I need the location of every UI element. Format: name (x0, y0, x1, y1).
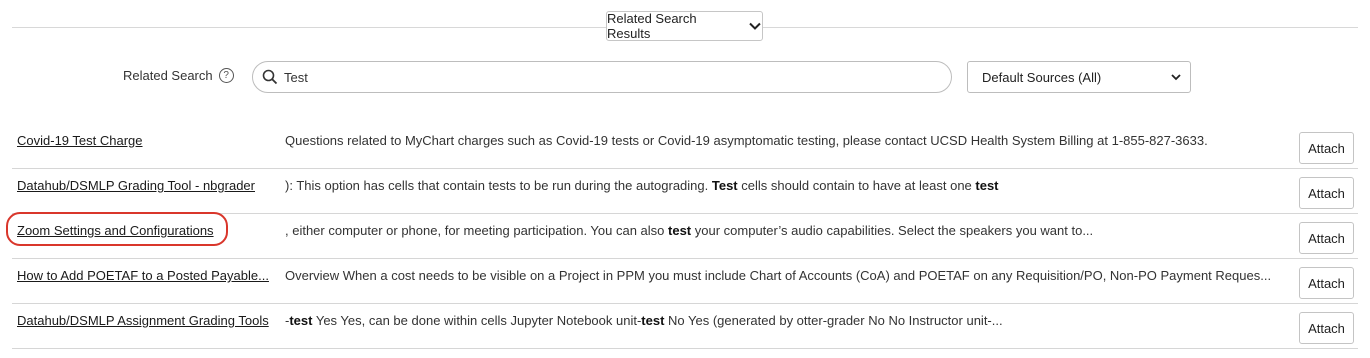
attach-button[interactable]: Attach (1299, 132, 1354, 164)
attach-button[interactable]: Attach (1299, 222, 1354, 254)
chevron-down-icon (749, 22, 761, 30)
chevron-down-icon (1171, 74, 1181, 81)
snippet-text: Questions related to MyChart charges suc… (285, 133, 1208, 148)
snippet-highlight: Test (711, 178, 738, 193)
help-icon[interactable]: ? (218, 68, 234, 83)
result-title-link[interactable]: Datahub/DSMLP Grading Tool - nbgrader (17, 178, 255, 193)
result-snippet: -test Yes Yes, can be done within cells … (285, 313, 1003, 328)
related-search-results-toggle[interactable]: Related Search Results (606, 11, 763, 41)
source-select[interactable]: Default Sources (All) (967, 61, 1191, 93)
source-select-value: Default Sources (All) (982, 69, 1102, 85)
result-row: Datahub/DSMLP Assignment Grading Tools -… (12, 304, 1358, 349)
snippet-highlight: test (641, 313, 665, 328)
results-list: Covid-19 Test Charge Questions related t… (6, 124, 1358, 349)
snippet-text: cells should contain to have at least on… (737, 178, 976, 193)
snippet-highlight: test (668, 223, 692, 238)
attach-button[interactable]: Attach (1299, 312, 1354, 344)
result-title-link[interactable]: Zoom Settings and Configurations (17, 223, 214, 238)
related-search-results-label: Related Search Results (607, 11, 697, 41)
search-icon (262, 69, 278, 85)
related-search-label-group: Related Search ? (123, 68, 234, 83)
snippet-highlight: test (975, 178, 999, 193)
snippet-text: your computer’s audio capabilities. Sele… (691, 223, 1094, 238)
result-snippet: ): This option has cells that contain te… (285, 178, 999, 193)
result-row: Datahub/DSMLP Grading Tool - nbgrader ):… (12, 169, 1358, 214)
result-row: Zoom Settings and Configurations , eithe… (6, 212, 1358, 259)
result-row: Covid-19 Test Charge Questions related t… (12, 124, 1358, 169)
snippet-text: No Yes (generated by otter-grader No No … (664, 313, 1003, 328)
snippet-text: Overview When a cost needs to be visible… (285, 268, 1272, 283)
snippet-text: , either computer or phone, for meeting … (285, 223, 669, 238)
result-snippet: Questions related to MyChart charges suc… (285, 133, 1208, 148)
snippet-text: ): This option has cells that contain te… (285, 178, 712, 193)
result-row: How to Add POETAF to a Posted Payable...… (12, 259, 1358, 304)
result-title-link[interactable]: Datahub/DSMLP Assignment Grading Tools (17, 313, 269, 328)
result-snippet: Overview When a cost needs to be visible… (285, 268, 1271, 283)
result-title-link[interactable]: Covid-19 Test Charge (17, 133, 143, 148)
snippet-text: Yes Yes, can be done within cells Jupyte… (312, 313, 642, 328)
search-box[interactable] (252, 61, 952, 93)
attach-button[interactable]: Attach (1299, 267, 1354, 299)
snippet-highlight: test (289, 313, 313, 328)
attach-button[interactable]: Attach (1299, 177, 1354, 209)
result-title-link[interactable]: How to Add POETAF to a Posted Payable... (17, 268, 269, 283)
search-input[interactable] (282, 68, 926, 86)
related-search-label: Related Search (123, 68, 213, 83)
result-snippet: , either computer or phone, for meeting … (285, 223, 1093, 238)
related-search-row: Related Search ? Default Sources (All) (0, 61, 1370, 93)
